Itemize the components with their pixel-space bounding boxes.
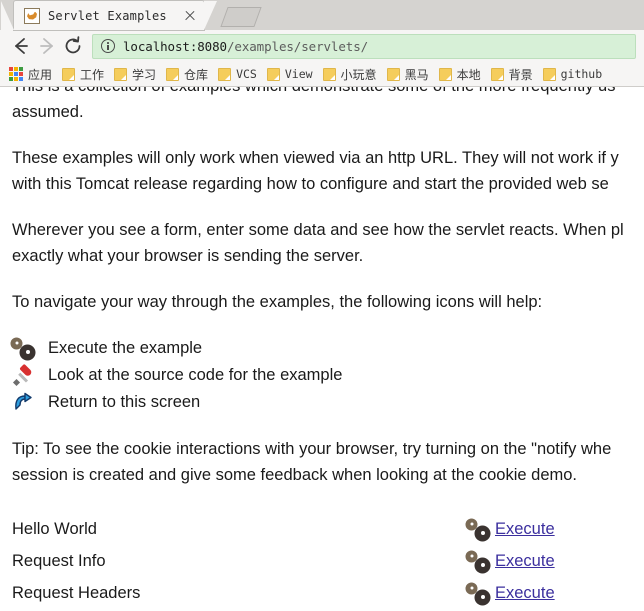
bookmark-label: 学习 [132,67,157,82]
execute-link[interactable]: Execute [495,552,555,571]
bookmarks-bar: 应用 工作 学习 仓库 VCS View 小玩意 黑马 本地 背景 github [0,62,644,87]
browser-toolbar: localhost:8080/examples/servlets/ [0,30,644,62]
reload-icon[interactable] [60,33,86,59]
tab-title: Servlet Examples [48,8,167,23]
folder-icon [490,67,504,81]
folder-icon [166,67,180,81]
screwdriver-icon [12,363,34,387]
gears-icon[interactable] [467,519,489,541]
example-name: Hello World [12,520,97,538]
bookmark-label: github [560,67,603,81]
bookmark-folder-5[interactable]: 小玩意 [318,63,382,85]
execute-link[interactable]: Execute [495,520,555,539]
bookmark-folder-6[interactable]: 黑马 [382,63,434,85]
example-actions: Execute [467,583,555,605]
bookmark-label: 本地 [456,67,481,82]
back-icon[interactable] [8,33,34,59]
return-arrow-icon [12,392,34,414]
bookmark-folder-1[interactable]: 学习 [109,63,161,85]
legend-row-execute: Execute the example [12,335,644,362]
bookmark-label: 应用 [28,67,53,82]
folder-icon [266,67,280,81]
examples-list: Hello World Execute Request Info Execute… [12,514,612,609]
bookmark-folder-7[interactable]: 本地 [434,63,486,85]
folder-icon [218,67,232,81]
folder-icon [62,67,76,81]
bookmark-label: VCS [236,67,257,81]
legend-row-source: Look at the source code for the example [12,362,644,389]
bookmark-label: 背景 [508,67,533,82]
tab-strip: Servlet Examples [0,0,644,30]
bookmark-folder-3[interactable]: VCS [213,63,262,85]
folder-icon [386,67,400,81]
info-circle-icon[interactable] [101,39,115,53]
browser-chrome: Servlet Examples localhost:8080/examples… [0,0,644,87]
gears-icon [12,338,34,360]
bookmark-label: 工作 [80,67,105,82]
legend-label: Execute the example [48,339,203,357]
execute-link[interactable]: Execute [495,584,555,603]
bookmark-label: View [284,67,313,81]
close-icon[interactable] [182,8,198,24]
forward-icon [40,38,53,54]
bookmark-label: 仓库 [184,67,209,82]
example-name: Request Info [12,552,106,570]
icon-legend: Execute the example Look at the source c… [12,335,644,416]
bookmark-label: 黑马 [404,67,429,82]
url-text: localhost:8080/examples/servlets/ [123,39,368,54]
bookmark-folder-0[interactable]: 工作 [57,63,109,85]
legend-label: Look at the source code for the example [48,366,343,384]
folder-icon [542,67,556,81]
example-row: Hello World Execute [12,514,612,545]
browser-tab[interactable]: Servlet Examples [1,1,217,30]
folder-icon [322,67,336,81]
example-row: Request Headers Execute [12,578,612,609]
example-actions: Execute [467,519,555,541]
servlet-examples-page: This is a collection of examples which d… [0,87,644,609]
apps-grid-icon [9,67,23,81]
example-name: Request Headers [12,584,141,602]
bookmark-folder-8[interactable]: 背景 [486,63,538,85]
gears-icon[interactable] [467,583,489,605]
navigate-paragraph: To navigate your way through the example… [12,293,543,311]
bookmark-folder-4[interactable]: View [262,63,318,85]
new-tab-button[interactable] [220,7,262,27]
page-viewport: This is a collection of examples which d… [0,87,644,609]
http-note-paragraph: These examples will only work when viewe… [12,149,619,193]
url-host: localhost:8080 [123,38,227,54]
bookmark-apps[interactable]: 应用 [4,63,57,85]
bookmark-label: 小玩意 [340,67,377,82]
folder-icon [114,67,128,81]
bookmark-folder-9[interactable]: github [538,63,608,85]
form-note-paragraph: Wherever you see a form, enter some data… [12,221,624,265]
bookmark-folder-2[interactable]: 仓库 [161,63,213,85]
intro-paragraph: This is a collection of examples which d… [12,87,615,121]
legend-row-return: Return to this screen [12,389,644,416]
url-path: /examples/servlets/ [226,38,369,54]
example-actions: Execute [467,551,555,573]
address-bar[interactable]: localhost:8080/examples/servlets/ [92,33,636,59]
tip-paragraph: Tip: To see the cookie interactions with… [12,440,612,484]
gears-icon[interactable] [467,551,489,573]
example-row: Request Info Execute [12,546,612,577]
folder-icon [438,67,452,81]
tomcat-cat-icon [24,7,40,24]
legend-label: Return to this screen [48,393,201,411]
